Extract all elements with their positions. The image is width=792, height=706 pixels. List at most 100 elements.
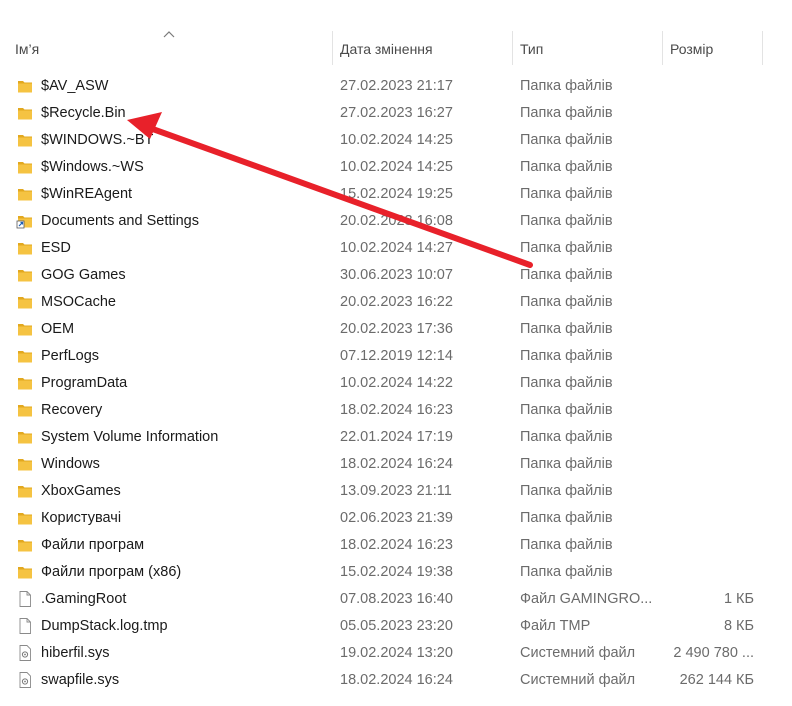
file-row[interactable]: hiberfil.sys 19.02.2024 13:20 Системний фа… [0,640,792,667]
file-name: OEM [41,321,75,337]
file-row[interactable]: Windows 18.02.2024 16:24 Папка файлів [0,451,792,478]
file-name: Windows [41,456,100,472]
file-name: $AV_ASW [41,78,109,94]
file-row[interactable]: Recovery 18.02.2024 16:23 Папка файлів [0,397,792,424]
file-type: Системний файл [520,672,636,688]
column-header-bar: Ім’я Дата змінення Тип Розмір [0,0,792,68]
file-date-modified: 20.02.2023 17:36 [340,321,453,337]
file-row[interactable]: $Recycle.Bin 27.02.2023 16:27 Папка файлів [0,100,792,127]
folder-icon [16,483,34,499]
file-name: System Volume Information [41,429,219,445]
file-date-modified: 20.02.2023 16:22 [340,294,453,310]
file-type: Папка файлів [520,321,613,337]
file-size: 8 КБ [723,618,754,634]
file-date-modified: 15.02.2024 19:25 [340,186,453,202]
folder-icon [16,132,34,148]
file-size [662,316,754,343]
file-name: swapfile.sys [41,672,120,688]
file-date-modified: 22.01.2024 17:19 [340,429,453,445]
file-name: PerfLogs [41,348,100,364]
file-date-modified: 20.02.2023 16:08 [340,213,453,229]
file-row[interactable]: .GamingRoot 07.08.2023 16:40 Файл GAMINGRO… [0,586,792,613]
file-date-modified: 15.02.2024 19:38 [340,564,453,580]
file-date-modified: 18.02.2024 16:23 [340,537,453,553]
file-name: $Windows.~WS [41,159,144,175]
file-size [662,262,754,289]
file-row[interactable]: Користувачі 02.06.2023 21:39 Папка файлів [0,505,792,532]
shortcut-folder-icon [16,213,34,229]
file-row[interactable]: ProgramData 10.02.2024 14:22 Папка файлів [0,370,792,397]
file-type: Файл GAMINGRO... [520,591,652,607]
file-type: Файл TMP [520,618,591,634]
system-file-icon [16,672,34,688]
file-row[interactable]: ESD 10.02.2024 14:27 Папка файлів [0,235,792,262]
file-size: 262 144 КБ [679,672,754,688]
file-row[interactable]: Файли програм (x86) 15.02.2024 19:38 Папка… [0,559,792,586]
folder-icon [16,348,34,364]
file-row[interactable]: System Volume Information 22.01.2024 17:1… [0,424,792,451]
file-type: Папка файлів [520,564,613,580]
column-header-date[interactable]: Дата змінення [340,38,510,60]
file-size [662,154,754,181]
file-name: Користувачі [41,510,122,526]
file-row[interactable]: swapfile.sys 18.02.2024 16:24 Системний фа… [0,667,792,694]
file-size [662,100,754,127]
column-header-name[interactable]: Ім’я [15,38,315,60]
file-size [662,289,754,316]
sort-ascending-icon[interactable] [163,30,175,38]
file-date-modified: 19.02.2024 13:20 [340,645,453,661]
file-type: Папка файлів [520,186,613,202]
folder-icon [16,564,34,580]
file-type: Папка файлів [520,267,613,283]
file-type: Папка файлів [520,105,613,121]
column-header-type[interactable]: Тип [520,38,650,60]
file-type: Папка файлів [520,483,613,499]
file-row[interactable]: $Windows.~WS 10.02.2024 14:25 Папка файлів [0,154,792,181]
file-row[interactable]: GOG Games 30.06.2023 10:07 Папка файлів [0,262,792,289]
file-row[interactable]: OEM 20.02.2023 17:36 Папка файлів [0,316,792,343]
folder-icon [16,78,34,94]
file-row[interactable]: XboxGames 13.09.2023 21:11 Папка файлів [0,478,792,505]
file-name: ProgramData [41,375,128,391]
column-divider[interactable] [512,31,513,65]
file-name: Documents and Settings [41,213,199,229]
file-type: Папка файлів [520,402,613,418]
column-divider[interactable] [662,31,663,65]
file-row[interactable]: Documents and Settings 20.02.2023 16:08 Па… [0,208,792,235]
folder-icon [16,456,34,472]
file-size [662,181,754,208]
file-type: Папка файлів [520,78,613,94]
file-type: Папка файлів [520,240,613,256]
file-icon [16,591,34,607]
file-row[interactable]: MSOCache 20.02.2023 16:22 Папка файлів [0,289,792,316]
file-row[interactable]: $WinREAgent 15.02.2024 19:25 Папка файлів [0,181,792,208]
column-divider[interactable] [332,31,333,65]
file-row[interactable]: PerfLogs 07.12.2019 12:14 Папка файлів [0,343,792,370]
folder-icon [16,294,34,310]
file-date-modified: 10.02.2024 14:25 [340,159,453,175]
file-name: Recovery [41,402,103,418]
file-row[interactable]: DumpStack.log.tmp 05.05.2023 23:20 Файл TM… [0,613,792,640]
folder-icon [16,321,34,337]
file-name: Файли програм (x86) [41,564,182,580]
file-row[interactable]: $AV_ASW 27.02.2023 21:17 Папка файлів [0,73,792,100]
file-size [662,424,754,451]
file-size [662,397,754,424]
file-size [662,532,754,559]
column-divider[interactable] [762,31,763,65]
file-list: $AV_ASW 27.02.2023 21:17 Папка файлів $Recy… [0,73,792,694]
file-name: .GamingRoot [41,591,127,607]
file-date-modified: 27.02.2023 21:17 [340,78,453,94]
file-date-modified: 10.02.2024 14:27 [340,240,453,256]
file-date-modified: 30.06.2023 10:07 [340,267,453,283]
file-row[interactable]: Файли програм 18.02.2024 16:23 Папка файлі… [0,532,792,559]
file-size [662,451,754,478]
system-file-icon [16,645,34,661]
file-size: 2 490 780 ... [673,645,754,661]
column-header-size[interactable]: Розмір [670,38,760,60]
file-date-modified: 07.12.2019 12:14 [340,348,453,364]
file-size [662,235,754,262]
file-row[interactable]: $WINDOWS.~BT 10.02.2024 14:25 Папка файлів [0,127,792,154]
folder-icon [16,510,34,526]
file-name: $WinREAgent [41,186,133,202]
